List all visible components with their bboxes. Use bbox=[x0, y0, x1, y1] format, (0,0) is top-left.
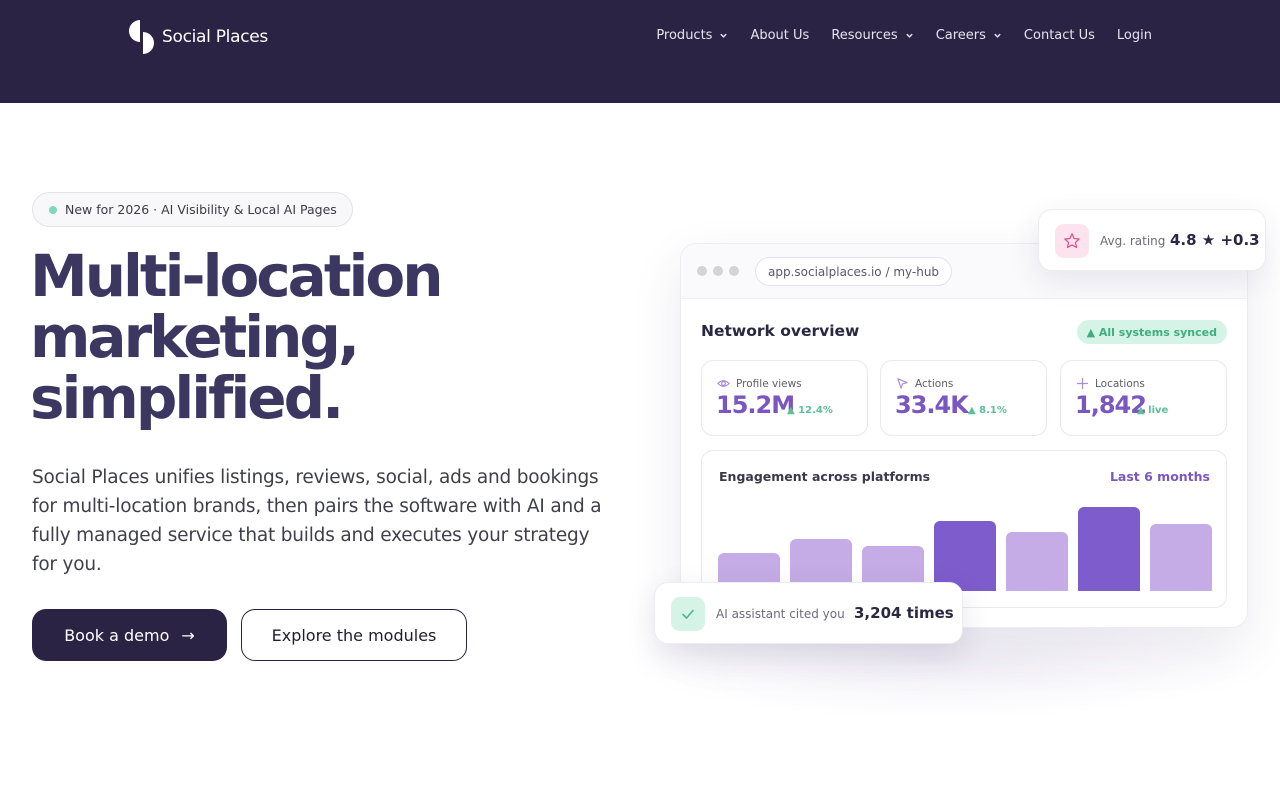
hero-headline: Multi-location marketing, simplified. bbox=[30, 246, 590, 429]
star-icon bbox=[1064, 233, 1080, 249]
nav-item-about-us[interactable]: About Us bbox=[750, 28, 809, 43]
nav-label: Careers bbox=[935, 28, 986, 43]
nav-item-contact-us[interactable]: Contact Us bbox=[1024, 28, 1095, 43]
stat-value: 15.2M bbox=[716, 391, 795, 419]
rating-label: Avg. rating bbox=[1100, 234, 1166, 248]
logo-text: Social Places bbox=[162, 27, 268, 47]
engagement-title: Engagement across platforms bbox=[719, 469, 931, 484]
stat-label: Actions bbox=[896, 377, 953, 390]
stat-delta: ▲ live bbox=[1137, 405, 1169, 416]
chevron-down-icon bbox=[905, 33, 913, 38]
nav-label: Products bbox=[656, 28, 713, 43]
chevron-down-icon bbox=[994, 33, 1001, 38]
main-nav: Products About Us Resources Careers Cont… bbox=[656, 28, 1152, 43]
stat-label: Profile views bbox=[717, 377, 802, 390]
rating-icon-box bbox=[1055, 224, 1089, 258]
nav-label: About Us bbox=[750, 28, 810, 43]
window-dot bbox=[713, 266, 723, 276]
engagement-bar bbox=[933, 520, 997, 591]
nav-item-login[interactable]: Login bbox=[1117, 28, 1152, 43]
url-bar: app.socialplaces.io / my-hub bbox=[755, 257, 953, 286]
date-range-selector[interactable]: Last 6 months bbox=[1110, 469, 1210, 484]
window-dot bbox=[729, 266, 739, 276]
social-places-logo-icon bbox=[129, 20, 154, 54]
stat-value: 33.4K bbox=[895, 391, 969, 419]
dashboard-preview: app.socialplaces.io / my-hub Network ove… bbox=[680, 243, 1248, 628]
arrow-right-icon: → bbox=[181, 625, 195, 645]
plus-icon bbox=[1076, 377, 1089, 390]
engagement-bar bbox=[1077, 507, 1141, 591]
status-dot bbox=[49, 205, 57, 214]
window-dot bbox=[697, 266, 707, 276]
network-overview-title: Network overview bbox=[701, 322, 860, 340]
cursor-icon bbox=[897, 378, 908, 389]
stat-label-text: Actions bbox=[915, 377, 954, 390]
button-label: Book a demo bbox=[64, 625, 170, 645]
engagement-bar bbox=[1005, 531, 1069, 591]
engagement-bar-chart bbox=[718, 501, 1212, 591]
ai-icon-box bbox=[671, 597, 705, 631]
eye-icon bbox=[717, 380, 730, 387]
top-navigation-bar: Social Places Products About Us Resource… bbox=[0, 0, 1280, 103]
stat-label-text: Locations bbox=[1095, 377, 1145, 390]
rating-value: 4.8 ★ +0.3 bbox=[1170, 231, 1260, 249]
ai-citations-card: AI assistant cited you 3,204 times bbox=[654, 582, 963, 644]
ai-citation-value: 3,204 times bbox=[854, 604, 954, 622]
ai-citation-label: AI assistant cited you bbox=[716, 607, 845, 621]
nav-item-careers[interactable]: Careers bbox=[936, 28, 1002, 43]
stat-delta: ▲ 12.4% bbox=[787, 405, 833, 416]
stat-label: Locations bbox=[1076, 377, 1145, 390]
nav-item-products[interactable]: Products bbox=[656, 28, 728, 43]
nav-label: Resources bbox=[831, 28, 898, 43]
headline-line: marketing, bbox=[30, 303, 360, 371]
book-demo-button[interactable]: Book a demo → bbox=[32, 609, 227, 661]
nav-label: Login bbox=[1116, 28, 1152, 43]
headline-line: Multi-location bbox=[30, 242, 444, 310]
sync-status-badge: ▲ All systems synced bbox=[1076, 320, 1227, 344]
stat-card-locations: Locations 1,842 ▲ live bbox=[1060, 360, 1227, 436]
stat-label-text: Profile views bbox=[736, 377, 802, 390]
nav-item-resources[interactable]: Resources bbox=[831, 28, 913, 43]
stat-delta: ▲ 8.1% bbox=[968, 405, 1007, 416]
announcement-badge[interactable]: New for 2026 · AI Visibility & Local AI … bbox=[32, 192, 353, 227]
button-label: Explore the modules bbox=[271, 625, 437, 645]
stat-card-profile-views: Profile views 15.2M ▲ 12.4% bbox=[701, 360, 868, 436]
nav-label: Contact Us bbox=[1023, 28, 1095, 43]
explore-modules-button[interactable]: Explore the modules bbox=[241, 609, 467, 661]
logo[interactable]: Social Places bbox=[128, 18, 268, 56]
headline-line: simplified. bbox=[30, 364, 344, 432]
engagement-bar bbox=[1149, 523, 1212, 591]
stat-card-actions: Actions 33.4K ▲ 8.1% bbox=[880, 360, 1047, 436]
check-icon bbox=[682, 609, 694, 619]
hero-subcopy: Social Places unifies listings, reviews,… bbox=[32, 467, 602, 575]
chevron-down-icon bbox=[720, 33, 728, 38]
badge-text: New for 2026 · AI Visibility & Local AI … bbox=[65, 202, 337, 217]
stat-value: 1,842 bbox=[1075, 391, 1147, 419]
avg-rating-card: Avg. rating 4.8 ★ +0.3 bbox=[1038, 209, 1266, 271]
